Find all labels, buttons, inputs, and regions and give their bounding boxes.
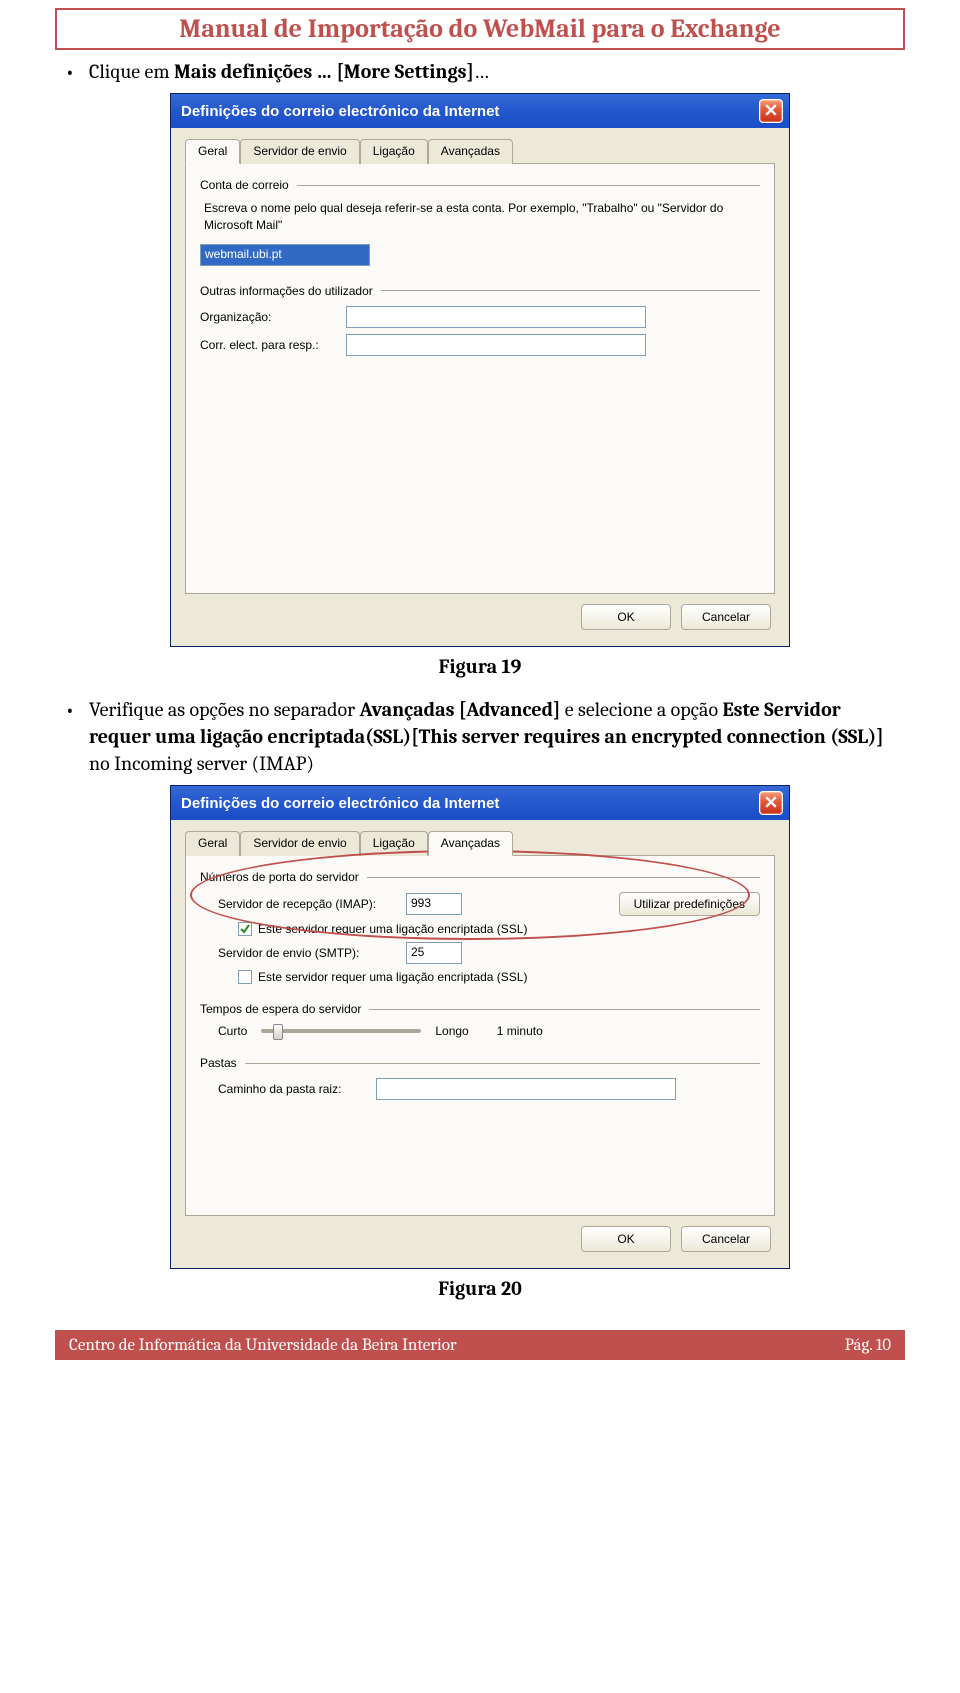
legend-folders: Pastas <box>200 1056 237 1070</box>
cancel-button-2[interactable]: Cancelar <box>681 1226 771 1252</box>
ssl-imap-checkbox[interactable] <box>238 922 252 936</box>
bullet-item-2: Verifique as opções no separador Avançad… <box>55 696 905 777</box>
tab-geral[interactable]: Geral <box>185 139 240 164</box>
root-folder-input[interactable] <box>376 1078 676 1100</box>
tab-geral-2[interactable]: Geral <box>185 831 240 856</box>
org-label: Organização: <box>200 310 340 324</box>
tab-ligacao-2[interactable]: Ligação <box>360 831 428 856</box>
legend-account: Conta de correio <box>200 178 289 192</box>
document-title: Manual de Importação do WebMail para o E… <box>179 14 780 44</box>
account-description: Escreva o nome pelo qual deseja referir-… <box>204 200 760 234</box>
smtp-label: Servidor de envio (SMTP): <box>218 946 398 960</box>
figure-20-caption: Figura 20 <box>55 1277 905 1300</box>
legend-ports: Números de porta do servidor <box>200 870 359 884</box>
tabs-row-2: Geral Servidor de envio Ligação Avançada… <box>185 830 775 856</box>
smtp-port-input[interactable]: 25 <box>406 942 462 964</box>
imap-label: Servidor de recepção (IMAP): <box>218 897 398 911</box>
page-footer: Centro de Informática da Universidade da… <box>55 1330 905 1360</box>
bullet-item-1: Clique em Mais definições … [More Settin… <box>55 58 905 85</box>
tab-servidor-envio[interactable]: Servidor de envio <box>240 139 359 164</box>
close-button-2[interactable] <box>759 791 783 815</box>
account-name-input[interactable]: webmail.ubi.pt <box>200 244 370 266</box>
tab-avancadas-2[interactable]: Avançadas <box>428 831 513 856</box>
dialog-title: Definições do correio electrónico da Int… <box>181 103 499 120</box>
dialog-titlebar-2[interactable]: Definições do correio electrónico da Int… <box>171 786 789 820</box>
legend-timeout: Tempos de espera do servidor <box>200 1002 361 1016</box>
dialog-avancadas: Definições do correio electrónico da Int… <box>170 785 790 1269</box>
tab-avancadas[interactable]: Avançadas <box>428 139 513 164</box>
timeout-long-label: Longo <box>435 1024 468 1038</box>
legend-userinfo: Outras informações do utilizador <box>200 284 373 298</box>
tab-servidor-envio-2[interactable]: Servidor de envio <box>240 831 359 856</box>
close-button[interactable] <box>759 99 783 123</box>
dialog-geral: Definições do correio electrónico da Int… <box>170 93 790 647</box>
timeout-slider[interactable] <box>261 1029 421 1033</box>
org-input[interactable] <box>346 306 646 328</box>
reply-input[interactable] <box>346 334 646 356</box>
ssl-imap-label: Este servidor requer uma ligação encript… <box>258 922 527 936</box>
dialog-titlebar[interactable]: Definições do correio electrónico da Int… <box>171 94 789 128</box>
use-defaults-button[interactable]: Utilizar predefinições <box>619 892 760 916</box>
ok-button-2[interactable]: OK <box>581 1226 671 1252</box>
dialog-title-2: Definições do correio electrónico da Int… <box>181 795 499 812</box>
timeout-short-label: Curto <box>218 1024 247 1038</box>
cancel-button[interactable]: Cancelar <box>681 604 771 630</box>
ssl-smtp-label: Este servidor requer uma ligação encript… <box>258 970 527 984</box>
ok-button[interactable]: OK <box>581 604 671 630</box>
footer-left: Centro de Informática da Universidade da… <box>69 1336 457 1355</box>
root-folder-label: Caminho da pasta raiz: <box>218 1082 368 1096</box>
reply-label: Corr. elect. para resp.: <box>200 338 340 352</box>
close-icon <box>765 796 777 811</box>
imap-port-input[interactable]: 993 <box>406 893 462 915</box>
timeout-value: 1 minuto <box>497 1024 543 1038</box>
footer-right: Pág. 10 <box>845 1336 891 1355</box>
close-icon <box>765 104 777 119</box>
tabs-row: Geral Servidor de envio Ligação Avançada… <box>185 138 775 164</box>
figure-19-caption: Figura 19 <box>55 655 905 678</box>
document-title-box: Manual de Importação do WebMail para o E… <box>55 8 905 50</box>
ssl-smtp-checkbox[interactable] <box>238 970 252 984</box>
tab-ligacao[interactable]: Ligação <box>360 139 428 164</box>
